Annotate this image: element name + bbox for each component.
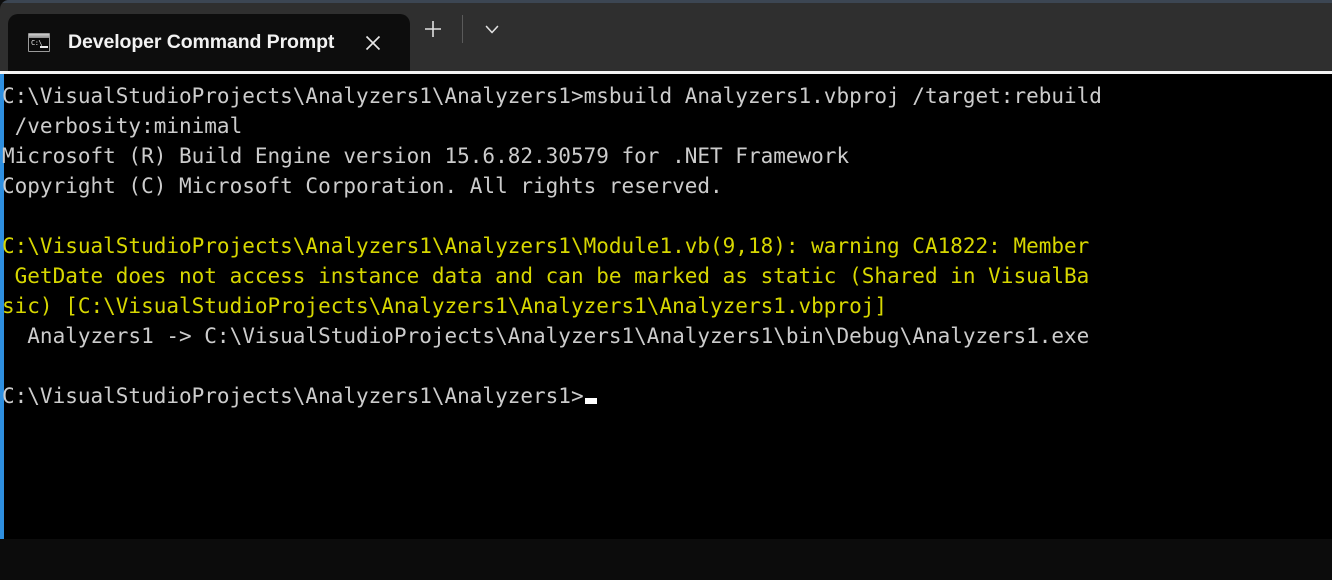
tab-actions bbox=[410, 0, 515, 71]
terminal-line-text: Copyright (C) Microsoft Corporation. All… bbox=[2, 174, 723, 198]
terminal-line-text: /verbosity:minimal bbox=[2, 114, 243, 138]
terminal-line: Copyright (C) Microsoft Corporation. All… bbox=[2, 171, 1102, 201]
console-icon: C:\ bbox=[28, 33, 50, 52]
terminal-line: sic) [C:\VisualStudioProjects\Analyzers1… bbox=[2, 291, 1102, 321]
title-bar: C:\ Developer Command Prompt bbox=[0, 0, 1332, 71]
toolbar-divider bbox=[462, 14, 463, 43]
chevron-down-icon[interactable] bbox=[469, 7, 515, 51]
tab-strip: C:\ Developer Command Prompt bbox=[0, 0, 515, 71]
terminal-window: C:\ Developer Command Prompt C:\VisualSt… bbox=[0, 0, 1332, 580]
terminal-line-text: Analyzers1 -> C:\VisualStudioProjects\An… bbox=[2, 324, 1090, 348]
terminal-line-text: C:\VisualStudioProjects\Analyzers1\Analy… bbox=[2, 384, 584, 408]
terminal-line: GetDate does not access instance data an… bbox=[2, 261, 1102, 291]
terminal-line-text: sic) [C:\VisualStudioProjects\Analyzers1… bbox=[2, 294, 888, 318]
terminal-line: Microsoft (R) Build Engine version 15.6.… bbox=[2, 141, 1102, 171]
terminal-line: C:\VisualStudioProjects\Analyzers1\Analy… bbox=[2, 81, 1102, 111]
terminal-line: /verbosity:minimal bbox=[2, 111, 1102, 141]
terminal-line: C:\VisualStudioProjects\Analyzers1\Analy… bbox=[2, 231, 1102, 261]
close-icon[interactable] bbox=[356, 26, 390, 60]
new-tab-icon[interactable] bbox=[410, 7, 456, 51]
tab-developer-command-prompt[interactable]: C:\ Developer Command Prompt bbox=[8, 14, 410, 71]
terminal-line: C:\VisualStudioProjects\Analyzers1\Analy… bbox=[2, 381, 1102, 411]
terminal-output: C:\VisualStudioProjects\Analyzers1\Analy… bbox=[0, 74, 1102, 411]
terminal-line-text: C:\VisualStudioProjects\Analyzers1\Analy… bbox=[2, 234, 1090, 258]
text-cursor bbox=[584, 398, 597, 404]
terminal-line-text: C:\VisualStudioProjects\Analyzers1\Analy… bbox=[2, 84, 1102, 108]
terminal-line-text: Microsoft (R) Build Engine version 15.6.… bbox=[2, 144, 850, 168]
terminal-line-text: GetDate does not access instance data an… bbox=[2, 264, 1090, 288]
window-footer bbox=[0, 539, 1332, 580]
terminal-line: Analyzers1 -> C:\VisualStudioProjects\An… bbox=[2, 321, 1102, 351]
terminal-content[interactable]: C:\VisualStudioProjects\Analyzers1\Analy… bbox=[0, 74, 1332, 539]
tab-title: Developer Command Prompt bbox=[68, 31, 335, 53]
